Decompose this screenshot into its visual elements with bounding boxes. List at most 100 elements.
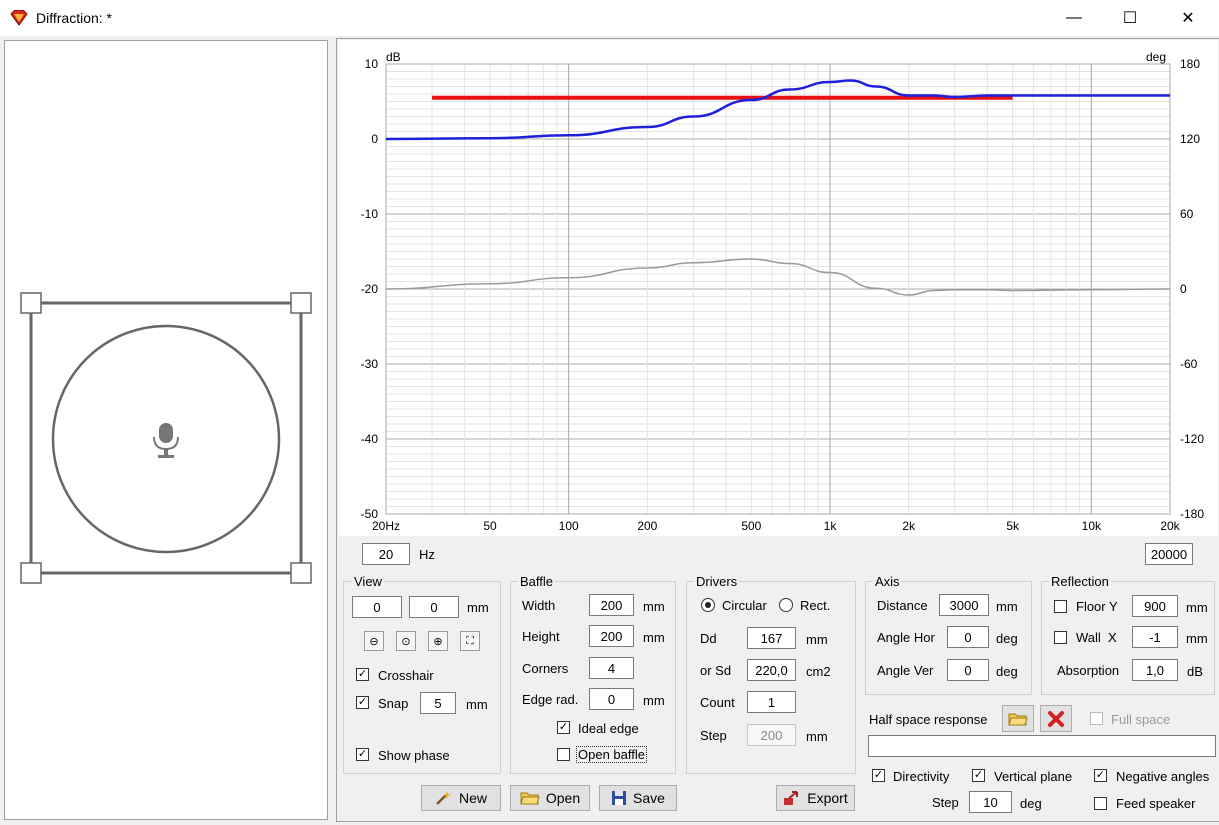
delete-icon xyxy=(1048,710,1064,727)
magnitude-curve xyxy=(385,79,1170,141)
directivity-checkbox[interactable]: ✓ xyxy=(872,769,885,782)
view-y-input[interactable]: 0 xyxy=(409,596,459,618)
rect-radio[interactable] xyxy=(779,598,793,612)
distance-unit-label: mm xyxy=(996,599,1018,614)
driver-step-unit-label: mm xyxy=(806,729,828,744)
feed-speaker-checkbox[interactable] xyxy=(1094,797,1107,810)
new-button[interactable]: New xyxy=(421,785,501,811)
height-input[interactable]: 200 xyxy=(589,625,634,647)
microphone-icon[interactable] xyxy=(153,423,179,458)
title-bar: Diffraction: * — ☐ ✕ xyxy=(0,0,1219,36)
resize-handle-top-left[interactable] xyxy=(20,292,42,314)
drivers-group-title: Drivers xyxy=(694,574,740,589)
zoom-reset-button[interactable]: ⊙ xyxy=(396,631,416,651)
dd-input[interactable]: 167 xyxy=(747,627,796,649)
x-tick-label: 50 xyxy=(483,519,497,533)
maximize-button[interactable]: ☐ xyxy=(1102,0,1158,36)
directivity-step-unit-label: deg xyxy=(1020,796,1042,811)
circular-radio[interactable] xyxy=(701,598,715,612)
show-phase-label: Show phase xyxy=(378,748,450,763)
resize-handle-top-right[interactable] xyxy=(290,292,312,314)
half-space-clear-button[interactable] xyxy=(1040,705,1072,732)
zoom-reset-icon: ⊙ xyxy=(401,635,411,648)
y-left-tick-label: 0 xyxy=(371,132,378,146)
angle-ver-input[interactable]: 0 xyxy=(947,659,989,681)
distance-label: Distance xyxy=(877,598,928,613)
width-input[interactable]: 200 xyxy=(589,594,634,616)
distance-input[interactable]: 3000 xyxy=(939,594,989,616)
save-button[interactable]: Save xyxy=(599,785,677,811)
dd-unit-label: mm xyxy=(806,632,828,647)
fit-view-button[interactable]: ⛶ xyxy=(460,631,480,651)
snap-checkbox[interactable]: ✓ xyxy=(356,696,369,709)
check-icon: ✓ xyxy=(873,769,884,781)
save-disk-icon xyxy=(612,791,627,805)
angle-hor-label: Angle Hor xyxy=(877,630,935,645)
maximize-icon: ☐ xyxy=(1122,10,1138,27)
zoom-in-button[interactable]: ⊕ xyxy=(428,631,448,651)
angle-hor-input[interactable]: 0 xyxy=(947,626,989,648)
frequency-response-chart[interactable]: 100-10-20-30-40-50180120600-60-120-18020… xyxy=(338,40,1218,536)
half-space-file-input[interactable] xyxy=(868,735,1216,757)
vertical-plane-checkbox[interactable]: ✓ xyxy=(972,769,985,782)
floor-checkbox[interactable] xyxy=(1054,600,1067,613)
view-x-input[interactable]: 0 xyxy=(352,596,402,618)
new-button-label: New xyxy=(458,790,487,806)
close-button[interactable]: ✕ xyxy=(1160,0,1216,36)
crosshair-checkbox[interactable]: ✓ xyxy=(356,668,369,681)
baffle-editor-canvas[interactable] xyxy=(4,40,328,820)
open-button[interactable]: Open xyxy=(510,785,590,811)
edge-radius-input[interactable]: 0 xyxy=(589,688,634,710)
floor-input[interactable]: 900 xyxy=(1132,595,1178,617)
y-right-tick-label: 60 xyxy=(1180,207,1194,221)
check-icon: ✓ xyxy=(357,696,368,708)
show-phase-checkbox[interactable]: ✓ xyxy=(356,748,369,761)
zoom-out-button[interactable]: ⊖ xyxy=(364,631,384,651)
edge-radius-label: Edge rad. xyxy=(522,692,579,707)
folder-open-icon xyxy=(1008,713,1028,725)
y-left-tick-label: -10 xyxy=(361,207,379,221)
minimize-icon: — xyxy=(1066,9,1082,26)
y-right-tick-label: -120 xyxy=(1180,432,1204,446)
check-icon: ✓ xyxy=(357,748,368,760)
freq-unit-label: Hz xyxy=(419,547,435,562)
sd-input[interactable]: 220,0 xyxy=(747,659,796,681)
angle-ver-unit-label: deg xyxy=(996,664,1018,679)
minimize-button[interactable]: — xyxy=(1046,0,1102,36)
floor-label: Floor Y xyxy=(1076,599,1118,614)
count-input[interactable]: 1 xyxy=(747,691,796,713)
open-baffle-checkbox[interactable] xyxy=(557,748,570,761)
export-button[interactable]: Export xyxy=(776,785,855,811)
resize-handle-bottom-right[interactable] xyxy=(290,562,312,584)
snap-input[interactable]: 5 xyxy=(420,692,456,714)
count-label: Count xyxy=(700,695,735,710)
open-button-label: Open xyxy=(545,790,581,806)
y-left-tick-label: 10 xyxy=(365,57,379,71)
baffle-group-title: Baffle xyxy=(518,574,556,589)
full-space-label: Full space xyxy=(1111,712,1171,727)
rect-label: Rect. xyxy=(800,598,831,613)
half-space-open-button[interactable] xyxy=(1002,705,1034,732)
ideal-edge-checkbox[interactable]: ✓ xyxy=(557,721,570,734)
app-logo-icon xyxy=(10,10,28,26)
view-group-title: View xyxy=(352,574,384,589)
directivity-step-input[interactable]: 10 xyxy=(969,791,1012,813)
corners-input[interactable]: 4 xyxy=(589,657,634,679)
freq-max-input[interactable]: 20000 xyxy=(1145,543,1193,565)
x-tick-label: 500 xyxy=(741,519,761,533)
freq-min-input[interactable]: 20 xyxy=(362,543,410,565)
width-unit-label: mm xyxy=(643,599,665,614)
angle-hor-unit-label: deg xyxy=(996,631,1018,646)
x-tick-label: 100 xyxy=(559,519,579,533)
resize-handle-bottom-left[interactable] xyxy=(20,562,42,584)
absorption-input[interactable]: 1,0 xyxy=(1132,659,1178,681)
frequency-response-plot[interactable]: 10 0 -10 -20 -30 -40 -50 180 120 60 0 -60 -120 -180 20… xyxy=(338,40,1218,536)
wall-input[interactable]: -1 xyxy=(1132,626,1178,648)
x-tick-label: 200 xyxy=(637,519,657,533)
wall-checkbox[interactable] xyxy=(1054,631,1067,644)
full-space-checkbox xyxy=(1090,712,1103,725)
height-unit-label: mm xyxy=(643,630,665,645)
negative-angles-checkbox[interactable]: ✓ xyxy=(1094,769,1107,782)
open-folder-icon xyxy=(520,792,540,805)
fit-view-icon: ⛶ xyxy=(466,634,474,647)
